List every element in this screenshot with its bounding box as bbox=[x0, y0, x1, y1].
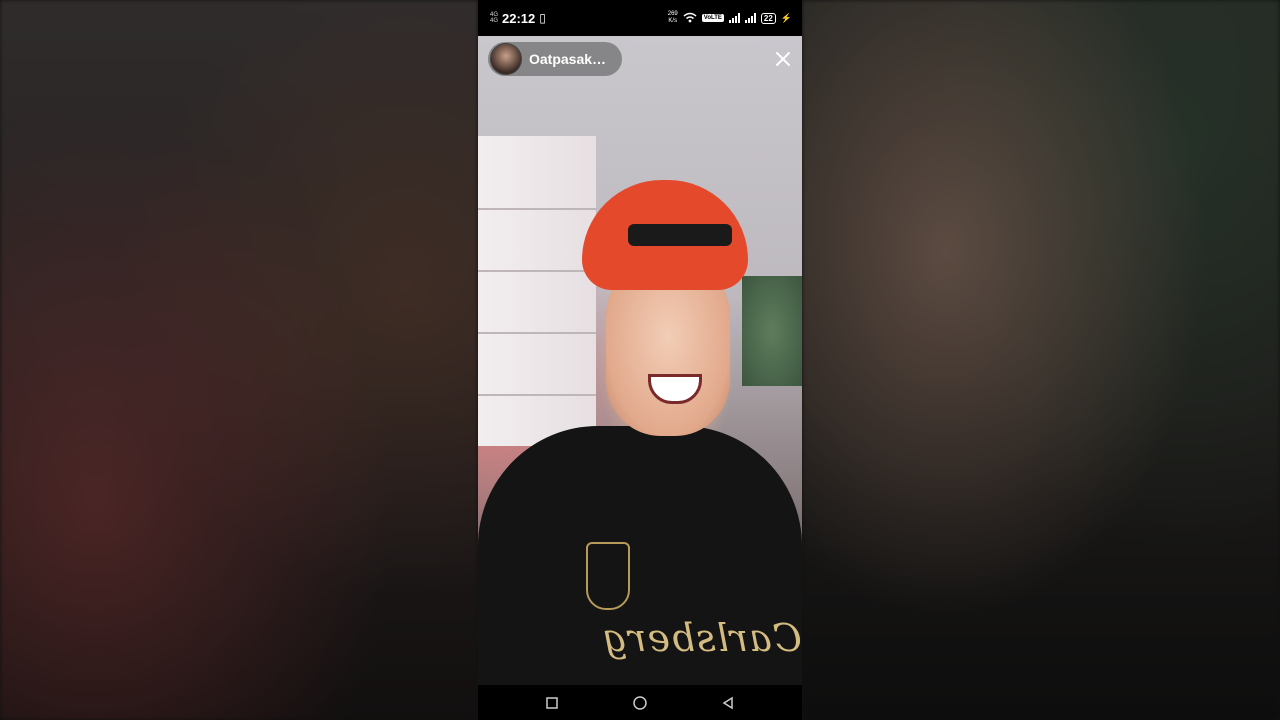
drawer-divider bbox=[478, 332, 596, 334]
user-pill[interactable]: Oatpasak… bbox=[488, 42, 623, 76]
network-speed-value: 269 bbox=[667, 11, 678, 17]
network-type-icon: 4G 4G bbox=[490, 12, 499, 24]
network-speed-unit: K/s bbox=[668, 18, 678, 24]
close-icon bbox=[776, 52, 790, 66]
back-button[interactable] bbox=[714, 689, 742, 717]
avatar[interactable] bbox=[490, 43, 522, 75]
shirt-text: Carlsberg bbox=[602, 616, 802, 660]
drawer-divider bbox=[478, 394, 596, 396]
story-video[interactable]: Carlsberg bbox=[478, 36, 802, 686]
signal-icon-1 bbox=[728, 13, 740, 23]
drawer-divider bbox=[478, 270, 596, 272]
status-left: 4G 4G 22:12 ▯ bbox=[490, 11, 546, 26]
shirt-crest bbox=[586, 542, 630, 610]
username[interactable]: Oatpasak… bbox=[529, 51, 606, 67]
phone-screen: 4G 4G 22:12 ▯ 269 K/s VoLTE 22 ⚡ Carlsbe… bbox=[478, 0, 802, 720]
signal-icon-2 bbox=[744, 13, 756, 23]
status-right: 269 K/s VoLTE 22 ⚡ bbox=[668, 11, 792, 25]
triangle-back-icon bbox=[722, 696, 733, 709]
square-icon bbox=[546, 696, 558, 709]
status-time: 22:12 bbox=[502, 10, 536, 26]
circle-icon bbox=[633, 695, 647, 710]
network-speed: 269 K/s bbox=[668, 11, 678, 25]
cap-strap bbox=[628, 224, 732, 246]
wifi-icon bbox=[683, 12, 697, 25]
close-button[interactable] bbox=[774, 50, 792, 68]
charging-icon: ⚡ bbox=[780, 12, 792, 23]
plant bbox=[742, 276, 802, 386]
navigation-bar bbox=[478, 685, 802, 720]
vibrate-icon: ▯ bbox=[539, 11, 546, 25]
volte-badge: VoLTE bbox=[701, 14, 724, 22]
recents-button[interactable] bbox=[538, 689, 566, 717]
battery-icon: 22 bbox=[760, 12, 776, 24]
status-bar: 4G 4G 22:12 ▯ 269 K/s VoLTE 22 ⚡ bbox=[478, 0, 802, 36]
home-button[interactable] bbox=[626, 689, 654, 717]
drawer-divider bbox=[478, 208, 596, 210]
drawer-unit bbox=[478, 136, 596, 446]
